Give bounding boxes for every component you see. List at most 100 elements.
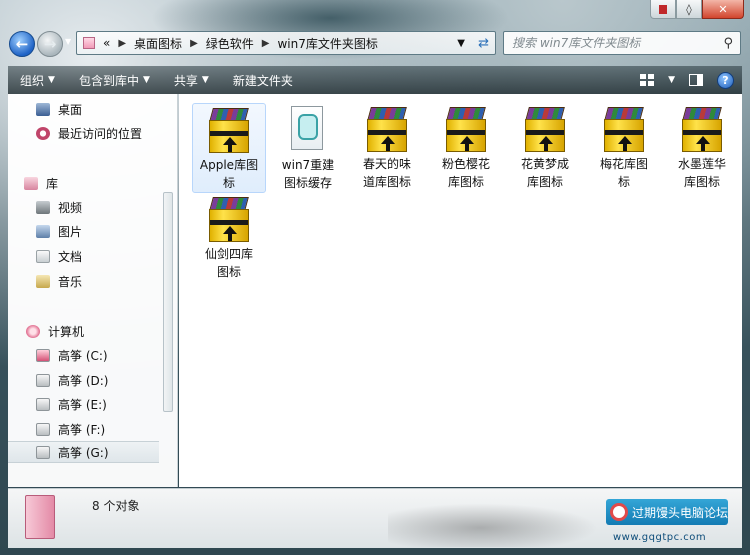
drive-icon xyxy=(36,373,50,387)
drive-icon xyxy=(36,397,50,411)
documents-icon xyxy=(36,249,50,263)
view-controls: ▼ ? xyxy=(640,66,734,94)
file-name: 粉色樱花 库图标 xyxy=(441,157,490,189)
refresh-icon[interactable]: ⇄ xyxy=(478,36,489,51)
chevron-down-icon: ▼ xyxy=(48,75,55,85)
address-bar[interactable]: « ▶ 桌面图标 ▶ 绿色软件 ▶ win7库文件夹图标 ▼ ⇄ xyxy=(76,31,496,55)
file-item[interactable]: 梅花库图标 xyxy=(587,103,661,193)
forum-logo-icon xyxy=(610,503,628,521)
recent-pages-dropdown[interactable]: ▼ xyxy=(65,37,71,46)
rar-archive-icon xyxy=(207,108,251,154)
change-view-icon[interactable] xyxy=(640,74,655,86)
file-name: 梅花库图标 xyxy=(599,157,648,189)
file-item[interactable]: 水墨莲华 库图标 xyxy=(665,103,739,193)
rar-archive-icon xyxy=(444,107,488,153)
rar-archive-icon xyxy=(207,197,251,243)
script-file-icon xyxy=(289,106,327,154)
new-folder-label: 新建文件夹 xyxy=(232,73,293,88)
help-icon[interactable]: ? xyxy=(717,71,734,89)
rar-archive-icon xyxy=(365,107,409,153)
breadcrumb-item[interactable]: win7库文件夹图标 xyxy=(277,35,377,52)
sidebar-item-drive-e[interactable]: 高筝 (E:) xyxy=(36,393,107,415)
libraries-icon xyxy=(24,176,38,190)
sidebar-item-label: 高筝 (G:) xyxy=(58,445,109,460)
search-box: ⚲ xyxy=(503,31,741,55)
rar-archive-icon xyxy=(523,107,567,153)
navigation-pane: 桌面 最近访问的位置 库 视频 图片 文档 音乐 计算机 高筝 (C:) 高筝 … xyxy=(8,94,178,487)
chevron-down-icon[interactable]: ▼ xyxy=(457,38,465,49)
caption-buttons: ◊ ✕ xyxy=(650,0,744,20)
include-in-library-button[interactable]: 包含到库中 ▼ xyxy=(67,66,162,94)
minimize-button[interactable] xyxy=(650,0,676,19)
sidebar-item-label: 高筝 (D:) xyxy=(58,373,109,388)
breadcrumb-item[interactable]: 绿色软件 xyxy=(206,35,254,52)
preview-pane-icon[interactable] xyxy=(689,74,703,86)
watermark-title: 过期馒头电脑论坛 xyxy=(632,505,729,520)
sidebar-item-recent-places[interactable]: 最近访问的位置 xyxy=(36,122,142,144)
file-name: Apple库图标 xyxy=(199,158,259,190)
sidebar-item-label: 最近访问的位置 xyxy=(58,126,143,141)
sidebar-item-videos[interactable]: 视频 xyxy=(36,196,82,218)
desktop-icon xyxy=(36,102,50,116)
organize-label: 组织 xyxy=(20,73,45,88)
sidebar-item-label: 音乐 xyxy=(58,274,83,289)
search-input[interactable] xyxy=(512,36,712,50)
file-name: 花黄梦成 库图标 xyxy=(520,157,569,189)
file-item[interactable]: 仙剑四库 图标 xyxy=(192,193,266,283)
chevron-down-icon: ▼ xyxy=(142,75,150,85)
sidebar-item-desktop[interactable]: 桌面 xyxy=(36,98,82,120)
sidebar-item-computer[interactable]: 计算机 xyxy=(26,320,84,342)
computer-icon xyxy=(26,324,40,338)
file-item[interactable]: Apple库图标 xyxy=(192,103,266,193)
chevron-right-icon[interactable]: ▶ xyxy=(262,38,270,49)
sidebar-item-label: 高筝 (C:) xyxy=(58,348,108,363)
command-bar: 组织 ▼ 包含到库中 ▼ 共享 ▼ 新建文件夹 ▼ ? xyxy=(8,66,742,94)
file-name: win7重建 图标缓存 xyxy=(281,158,335,190)
close-button[interactable]: ✕ xyxy=(702,0,744,19)
file-item[interactable]: 粉色樱花 库图标 xyxy=(429,103,503,193)
maximize-button[interactable]: ◊ xyxy=(676,0,702,19)
recent-places-icon xyxy=(36,126,50,140)
file-item[interactable]: 花黄梦成 库图标 xyxy=(508,103,582,193)
rar-archive-icon xyxy=(680,107,724,153)
sidebar-scrollbar[interactable] xyxy=(160,152,176,414)
organize-button[interactable]: 组织 ▼ xyxy=(8,66,67,94)
rar-archive-icon xyxy=(602,107,646,153)
file-item[interactable]: 春天的味 道库图标 xyxy=(350,103,424,193)
videos-icon xyxy=(36,200,50,214)
sidebar-item-music[interactable]: 音乐 xyxy=(36,270,82,292)
chevron-down-icon[interactable]: ▼ xyxy=(668,75,675,85)
sidebar-item-drive-c[interactable]: 高筝 (C:) xyxy=(36,344,108,366)
folder-icon xyxy=(83,37,95,49)
sidebar-item-pictures[interactable]: 图片 xyxy=(36,220,82,242)
file-name: 水墨莲华 库图标 xyxy=(677,157,726,189)
sidebar-item-documents[interactable]: 文档 xyxy=(36,245,82,267)
forward-button[interactable]: → xyxy=(37,31,63,57)
new-folder-button[interactable]: 新建文件夹 xyxy=(221,66,305,94)
sidebar-item-label: 图片 xyxy=(58,224,83,239)
chevron-right-icon[interactable]: ▶ xyxy=(118,38,126,49)
sidebar-item-drive-g[interactable]: 高筝 (G:) xyxy=(8,441,159,463)
scrollbar-thumb[interactable] xyxy=(163,192,173,412)
share-button[interactable]: 共享 ▼ xyxy=(162,66,221,94)
file-item[interactable]: win7重建 图标缓存 xyxy=(271,103,345,193)
file-list: Apple库图标 win7重建 图标缓存 春天的味 道库图标 粉色樱花 库图标 花黄梦… xyxy=(179,94,742,487)
sidebar-group-label: 库 xyxy=(46,176,59,191)
sidebar-item-label: 文档 xyxy=(58,249,83,264)
search-icon[interactable]: ⚲ xyxy=(723,36,733,51)
sidebar-item-drive-f[interactable]: 高筝 (F:) xyxy=(36,418,105,440)
file-name: 春天的味 道库图标 xyxy=(362,157,411,189)
file-name: 仙剑四库 图标 xyxy=(204,247,253,279)
chevron-right-icon[interactable]: ▶ xyxy=(190,38,198,49)
watermark-url: www.gqgtpc.com xyxy=(613,532,707,543)
music-icon xyxy=(36,274,50,288)
drive-icon xyxy=(36,422,50,436)
breadcrumb-overflow[interactable]: « xyxy=(103,36,110,50)
drive-icon xyxy=(36,348,50,362)
watermark-badge: 过期馒头电脑论坛 xyxy=(606,499,728,525)
breadcrumb-item[interactable]: 桌面图标 xyxy=(134,35,182,52)
sidebar-item-label: 高筝 (F:) xyxy=(58,422,106,437)
sidebar-item-libraries[interactable]: 库 xyxy=(24,172,58,194)
sidebar-item-drive-d[interactable]: 高筝 (D:) xyxy=(36,369,108,391)
back-button[interactable]: ← xyxy=(9,31,35,57)
